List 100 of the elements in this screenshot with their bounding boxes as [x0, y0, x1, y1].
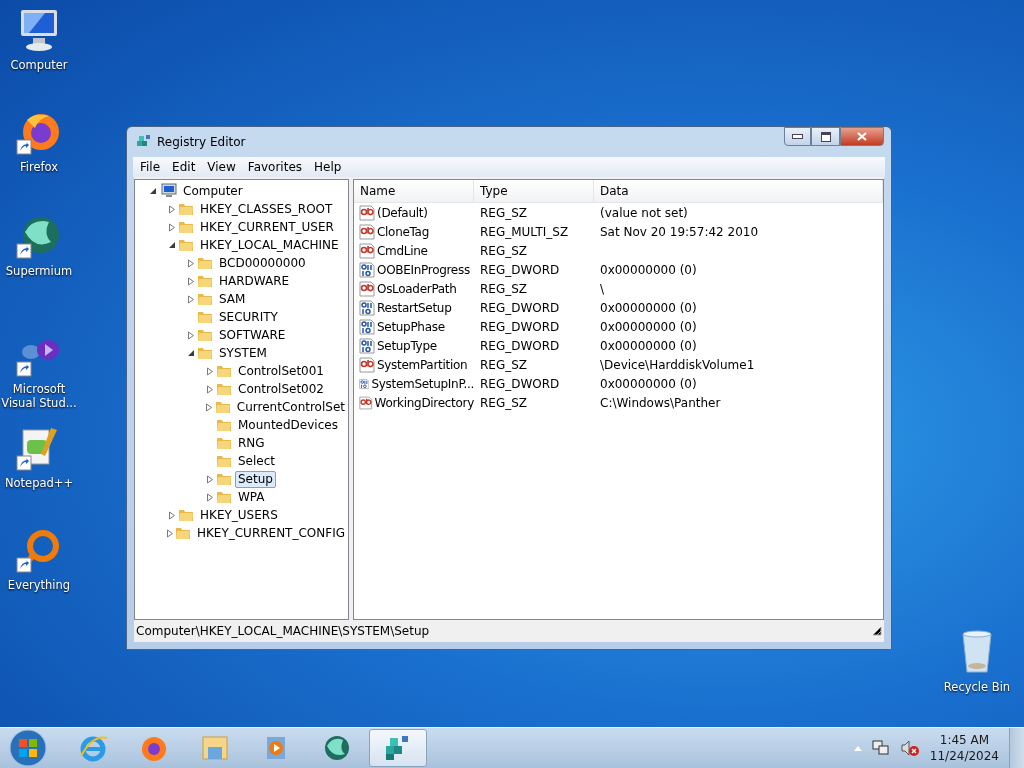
tree-item[interactable]: HKEY_CURRENT_CONFIG: [193, 524, 348, 542]
expand-arrow-icon[interactable]: [187, 294, 195, 304]
value-name[interactable]: SystemSetupInP...: [371, 376, 474, 391]
expand-arrow-icon[interactable]: [168, 510, 176, 520]
tree-item[interactable]: HKEY_USERS: [197, 506, 281, 524]
folder-icon: [214, 399, 231, 415]
collapse-arrow-icon[interactable]: [187, 349, 195, 357]
expand-arrow-icon[interactable]: [206, 492, 214, 502]
value-name[interactable]: SetupType: [377, 338, 437, 353]
icon-label[interactable]: Microsoft Visual Stud...: [0, 382, 78, 410]
icon-label[interactable]: Everything: [0, 578, 78, 592]
expand-arrow-icon[interactable]: [187, 330, 195, 340]
expand-arrow-icon[interactable]: [206, 384, 214, 394]
folder-icon: [197, 345, 213, 361]
value-type: REG_DWORD: [479, 300, 561, 315]
value-type: REG_MULTI_SZ: [479, 224, 570, 239]
expand-arrow-icon[interactable]: [205, 402, 214, 412]
value-name[interactable]: SetupPhase: [377, 319, 445, 334]
folder-icon: [216, 453, 232, 469]
menu-item[interactable]: Favorites: [241, 160, 309, 174]
tree-item[interactable]: Select: [235, 452, 279, 470]
network-icon[interactable]: [871, 739, 890, 757]
icon-label[interactable]: Firefox: [0, 160, 78, 174]
value-type: REG_DWORD: [479, 338, 561, 353]
value-name[interactable]: (Default): [377, 205, 428, 220]
value-type: REG_SZ: [479, 243, 529, 258]
tree-item[interactable]: Computer: [180, 182, 246, 200]
computer-icon: [159, 183, 177, 199]
tree-item[interactable]: MountedDevices: [235, 416, 341, 434]
minimize-button[interactable]: [784, 127, 811, 146]
value-name[interactable]: OsLoaderPath: [377, 281, 457, 296]
folder-icon: [216, 417, 232, 433]
clock-time[interactable]: 1:45 AM: [939, 732, 990, 748]
expand-arrow-icon[interactable]: [166, 528, 175, 538]
clock-date[interactable]: 11/24/2024: [929, 748, 999, 764]
expand-arrow-icon[interactable]: [187, 276, 195, 286]
value-data: (value not set): [599, 205, 689, 220]
column-header[interactable]: Type: [474, 180, 594, 202]
resize-grip-icon[interactable]: [872, 626, 882, 636]
tree-item[interactable]: SYSTEM: [216, 344, 270, 362]
value-data: 0x00000000 (0): [599, 300, 698, 315]
icon-label[interactable]: Supermium: [0, 264, 78, 278]
close-icon: [857, 132, 867, 141]
tree-item[interactable]: RNG: [235, 434, 268, 452]
value-type: REG_SZ: [479, 357, 529, 372]
expand-arrow-icon[interactable]: [168, 222, 176, 232]
tree-item[interactable]: CurrentControlSet: [233, 398, 348, 416]
column-header[interactable]: Data: [594, 180, 883, 202]
value-type: REG_SZ: [479, 281, 529, 296]
tree-item[interactable]: Setup: [235, 470, 276, 488]
value-type: REG_DWORD: [479, 262, 561, 277]
window-title: Registry Editor: [157, 135, 247, 149]
menu-item[interactable]: Help: [308, 160, 348, 174]
icon-label[interactable]: Recycle Bin: [938, 680, 1016, 694]
tree-item[interactable]: SAM: [216, 290, 249, 308]
expand-arrow-icon[interactable]: [206, 474, 214, 484]
tree-item[interactable]: HARDWARE: [216, 272, 293, 290]
tree-item[interactable]: WPA: [235, 488, 268, 506]
tree-item[interactable]: SOFTWARE: [216, 326, 289, 344]
tree-item[interactable]: ControlSet001: [235, 362, 327, 380]
regedit-taskbar-button[interactable]: [369, 729, 427, 767]
value-data: C:\Windows\Panther: [599, 395, 722, 410]
folder-icon: [216, 363, 232, 379]
value-type: REG_DWORD: [479, 319, 561, 334]
tree-item[interactable]: ControlSet002: [235, 380, 327, 398]
value-name[interactable]: CmdLine: [377, 243, 428, 258]
value-name[interactable]: RestartSetup: [377, 300, 452, 315]
folder-icon: [197, 309, 213, 325]
expand-arrow-icon[interactable]: [206, 366, 214, 376]
menu-item[interactable]: View: [201, 160, 242, 174]
volume-icon[interactable]: [899, 739, 920, 757]
tree-item[interactable]: SECURITY: [216, 308, 281, 326]
icon-label[interactable]: Computer: [0, 58, 78, 72]
collapse-arrow-icon[interactable]: [168, 241, 176, 249]
expand-arrow-icon[interactable]: [187, 258, 195, 268]
tree-item[interactable]: BCD00000000: [216, 254, 309, 272]
folder-icon: [216, 381, 232, 397]
icon-label[interactable]: Notepad++: [0, 476, 78, 490]
folder-icon: [197, 291, 213, 307]
folder-icon: [178, 237, 194, 253]
collapse-arrow-icon[interactable]: [149, 187, 157, 195]
folder-icon: [174, 525, 191, 541]
value-name[interactable]: WorkingDirectory: [374, 395, 474, 410]
tree-item[interactable]: HKEY_CURRENT_USER: [197, 218, 337, 236]
maximize-button[interactable]: [811, 127, 840, 146]
value-name[interactable]: CloneTag: [377, 224, 429, 239]
value-name[interactable]: OOBEInProgress: [377, 262, 470, 277]
tree-item[interactable]: HKEY_CLASSES_ROOT: [197, 200, 336, 218]
expand-arrow-icon[interactable]: [168, 204, 176, 214]
menu-item[interactable]: Edit: [166, 160, 202, 174]
column-header[interactable]: Name: [354, 180, 474, 202]
value-data: \Device\HarddiskVolume1: [599, 357, 756, 372]
value-data: 0x00000000 (0): [599, 376, 698, 391]
folder-icon: [197, 273, 213, 289]
value-data: 0x00000000 (0): [599, 338, 698, 353]
close-button[interactable]: [840, 127, 884, 146]
tree-item[interactable]: HKEY_LOCAL_MACHINE: [197, 236, 342, 254]
menu-item[interactable]: File: [134, 160, 167, 174]
start-button[interactable]: [8, 728, 48, 768]
value-name[interactable]: SystemPartition: [377, 357, 468, 372]
